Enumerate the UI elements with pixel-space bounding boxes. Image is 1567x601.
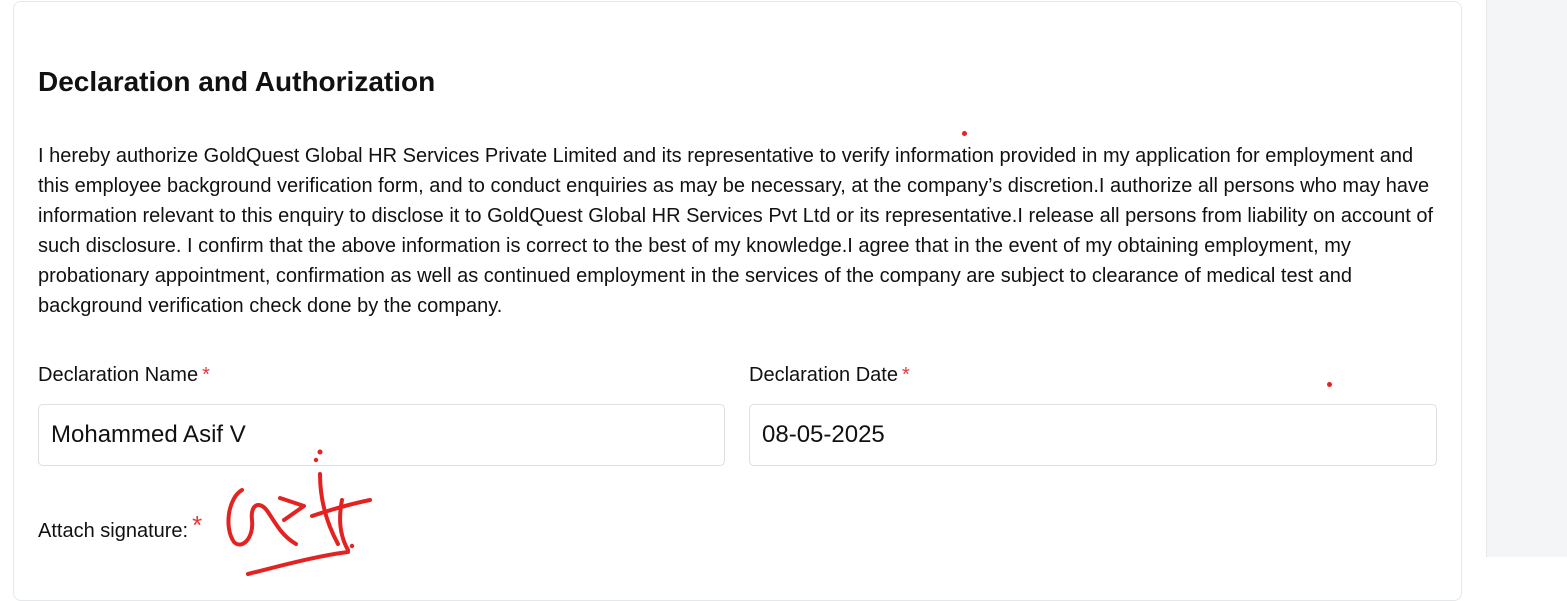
required-asterisk: *: [192, 510, 203, 540]
declaration-text: I hereby authorize GoldQuest Global HR S…: [38, 145, 1434, 317]
declaration-date-input[interactable]: [749, 404, 1437, 466]
signature-label-text: Attach signature:: [38, 520, 189, 542]
section-title: Declaration and Authorization: [38, 66, 436, 97]
ink-dot: [1327, 382, 1332, 387]
declaration-date-label-text: Declaration Date: [749, 364, 898, 386]
declaration-date-label: Declaration Date *: [749, 362, 910, 388]
required-asterisk: *: [901, 364, 910, 386]
declaration-name-label: Declaration Name *: [38, 362, 210, 388]
declaration-name-input[interactable]: [38, 404, 725, 466]
right-gutter: [1486, 0, 1567, 557]
handwritten-signature[interactable]: [220, 440, 380, 580]
signature-label: Attach signature: *: [38, 512, 202, 544]
required-asterisk: *: [202, 364, 210, 386]
declaration-name-label-text: Declaration Name: [38, 364, 199, 386]
ink-dot: [962, 131, 967, 136]
